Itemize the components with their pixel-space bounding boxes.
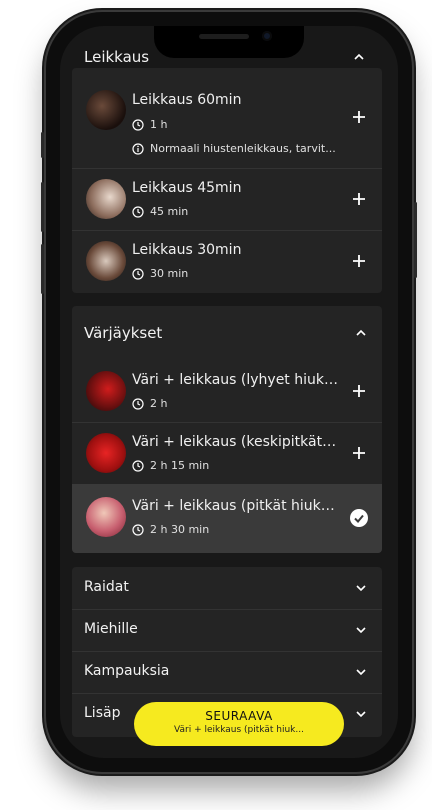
service-row-leikkaus-30[interactable]: Leikkaus 30min 30 min	[72, 230, 382, 293]
service-row-leikkaus-60[interactable]: Leikkaus 60min 1 h Normaali hiustenleikk…	[72, 68, 382, 169]
duration-text: 2 h	[150, 397, 168, 410]
chevron-down-icon	[354, 581, 368, 595]
category-label: Miehille	[84, 621, 138, 637]
service-title: Väri + leikkaus (keskipitkät hi...	[132, 434, 338, 450]
service-avatar	[86, 241, 126, 281]
service-title: Leikkaus 60min	[132, 92, 242, 108]
note-text: Normaali hiustenleikkaus, tarvit...	[150, 142, 336, 155]
duration-text: 45 min	[150, 205, 189, 218]
section-title-leikkaus: Leikkaus	[84, 48, 150, 66]
duration-text: 2 h 15 min	[150, 459, 210, 472]
category-raidat[interactable]: Raidat	[72, 567, 382, 610]
plus-icon[interactable]	[350, 190, 368, 208]
service-title: Väri + leikkaus (pitkät hiukset)	[132, 498, 338, 514]
duration-text: 2 h 30 min	[150, 523, 210, 536]
service-avatar	[86, 371, 126, 411]
category-label: Kampauksia	[84, 663, 170, 679]
power-button	[414, 202, 417, 278]
service-row-vari-keskipitkat[interactable]: Väri + leikkaus (keskipitkät hi... 2 h 1…	[72, 422, 382, 485]
service-avatar	[86, 179, 126, 219]
service-duration: 2 h 15 min	[132, 459, 209, 472]
service-title: Väri + leikkaus (lyhyet hiukse...	[132, 372, 338, 388]
service-duration: 2 h 30 min	[132, 523, 209, 536]
service-avatar	[86, 433, 126, 473]
plus-icon[interactable]	[350, 252, 368, 270]
leikkaus-card: Leikkaus 60min 1 h Normaali hiustenleikk…	[72, 68, 382, 293]
category-kampauksia[interactable]: Kampauksia	[72, 651, 382, 694]
info-icon	[132, 142, 144, 155]
plus-icon[interactable]	[350, 382, 368, 400]
service-row-vari-lyhyet[interactable]: Väri + leikkaus (lyhyet hiukse... 2 h	[72, 360, 382, 423]
chevron-down-icon	[354, 623, 368, 637]
plus-icon[interactable]	[350, 108, 368, 126]
category-label: Raidat	[84, 579, 129, 595]
service-title: Leikkaus 45min	[132, 180, 242, 196]
duration-text: 1 h	[150, 118, 168, 131]
service-duration: 30 min	[132, 267, 188, 280]
mute-switch	[41, 132, 44, 158]
clock-icon	[132, 267, 144, 280]
next-button[interactable]: SEURAAVA Väri + leikkaus (pitkät hiuk...	[134, 702, 344, 746]
chevron-up-icon[interactable]	[354, 326, 368, 340]
next-button-label: SEURAAVA	[205, 709, 273, 723]
next-button-selection: Väri + leikkaus (pitkät hiuk...	[174, 725, 304, 735]
check-icon[interactable]	[350, 509, 368, 527]
service-duration: 1 h	[132, 118, 167, 131]
service-note: Normaali hiustenleikkaus, tarvit...	[132, 142, 336, 155]
notch	[154, 26, 304, 58]
varjaykset-card: Värjäykset Väri + leikkaus (lyhyet hiuks…	[72, 306, 382, 553]
clock-icon	[132, 523, 144, 536]
service-duration: 45 min	[132, 205, 188, 218]
service-avatar	[86, 497, 126, 537]
service-row-vari-pitkat[interactable]: Väri + leikkaus (pitkät hiukset) 2 h 30 …	[72, 484, 382, 553]
chevron-down-icon	[354, 665, 368, 679]
service-avatar	[86, 90, 126, 130]
app-screen: Leikkaus Leikkaus 60min 1 h Normaali hiu…	[60, 26, 398, 758]
speaker-grille	[199, 34, 249, 39]
phone-frame: Leikkaus Leikkaus 60min 1 h Normaali hiu…	[41, 12, 417, 772]
service-duration: 2 h	[132, 397, 167, 410]
volume-down-button	[41, 244, 44, 294]
clock-icon	[132, 459, 144, 472]
service-row-leikkaus-45[interactable]: Leikkaus 45min 45 min	[72, 168, 382, 231]
front-camera	[262, 31, 272, 41]
chevron-up-icon[interactable]	[352, 50, 366, 64]
section-title-varjaykset: Värjäykset	[84, 324, 163, 342]
category-label: Lisäp	[84, 705, 121, 721]
volume-up-button	[41, 182, 44, 232]
plus-icon[interactable]	[350, 444, 368, 462]
category-miehille[interactable]: Miehille	[72, 609, 382, 652]
chevron-down-icon	[354, 707, 368, 721]
clock-icon	[132, 397, 144, 410]
duration-text: 30 min	[150, 267, 189, 280]
clock-icon	[132, 118, 144, 131]
clock-icon	[132, 205, 144, 218]
service-title: Leikkaus 30min	[132, 242, 242, 258]
